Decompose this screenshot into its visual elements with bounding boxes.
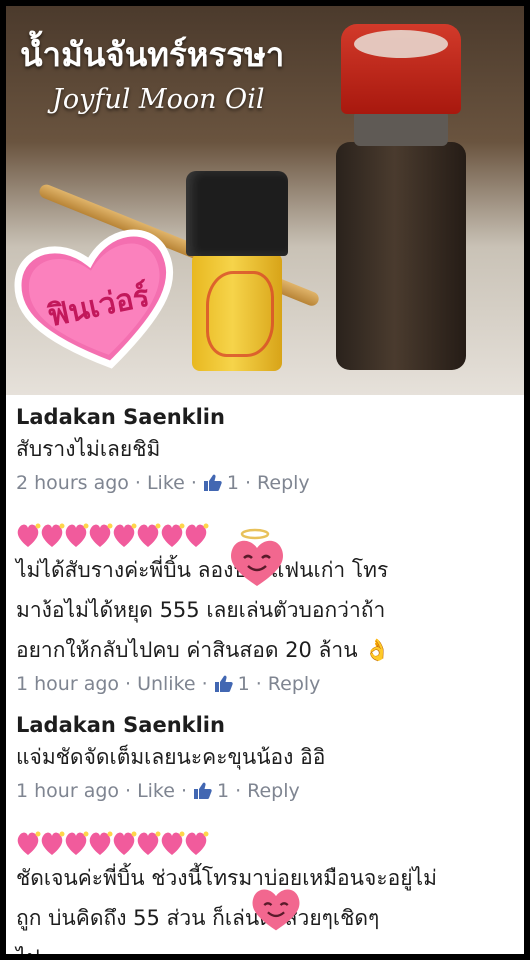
comment-meta: 1 hour ago · Unlike · 1 · Reply	[16, 673, 321, 695]
like-count[interactable]: 1	[217, 780, 229, 802]
small-oil-bottle	[186, 171, 288, 376]
comment-author[interactable]: Ladakan Saenklin	[16, 405, 516, 429]
comment-meta: 1 hour ago · Like · 1 · Reply	[16, 780, 300, 802]
post-card: น้ำมันจันทร์หรรษา Joyful Moon Oil ฟินเว่…	[6, 6, 524, 954]
screenshot-frame: น้ำมันจันทร์หรรษา Joyful Moon Oil ฟินเว่…	[0, 0, 530, 960]
comment-author[interactable]: Ladakan Saenklin	[16, 713, 516, 737]
reply-link[interactable]: Reply	[257, 472, 310, 494]
comment-item: Ladakan Saenklin สับรางไม่เลยชิมิ 2 hour…	[16, 405, 516, 497]
comment-text: สับรางไม่เลยชิมิ	[16, 437, 161, 461]
comment-text: แจ่มชัดจัดเต็มเลยนะคะขุนน้อง อิอิ	[16, 745, 326, 769]
thumbs-up-icon	[214, 675, 233, 692]
sparkling-heart-icons	[17, 831, 209, 855]
thumbs-up-icon	[203, 474, 222, 491]
photo-title-thai: น้ำมันจันทร์หรรษา	[20, 35, 285, 74]
comment-meta: 2 hours ago · Like · 1 · Reply	[16, 472, 310, 494]
unlike-link[interactable]: Unlike	[137, 673, 196, 695]
comment-time[interactable]: 2 hours ago	[16, 472, 129, 494]
like-count[interactable]: 1	[238, 673, 250, 695]
reply-link[interactable]: Reply	[268, 673, 321, 695]
post-photo[interactable]: น้ำมันจันทร์หรรษา Joyful Moon Oil ฟินเว่…	[6, 6, 524, 395]
comment-item: ชัดเจนค่ะพี่บิ้น ช่วงนี้โทรมาบ่อยเหมือนจ…	[16, 828, 516, 954]
heart-sticker-icon: ฟินเว่อร์	[14, 229, 174, 369]
sparkling-heart-icons	[17, 523, 209, 547]
smiling-heart-face-icon	[252, 889, 300, 931]
like-count[interactable]: 1	[227, 472, 239, 494]
like-link[interactable]: Like	[147, 472, 185, 494]
smiling-heart-face-icon	[231, 528, 283, 586]
photo-title-english: Joyful Moon Oil	[52, 84, 265, 115]
sparkling-hearts-emoji-row	[16, 828, 516, 858]
reply-link[interactable]: Reply	[247, 780, 300, 802]
comment-time[interactable]: 1 hour ago	[16, 673, 119, 695]
comment-item: ไม่ได้สับรางค่ะพี่บิ้น ลองป้ายแฟนเก่า โท…	[16, 520, 516, 698]
thumbs-up-icon	[194, 782, 212, 799]
comment-item: Ladakan Saenklin แจ่มชัดจัดเต็มเลยนะคะขุ…	[16, 713, 516, 805]
like-link[interactable]: Like	[137, 780, 175, 802]
comment-time[interactable]: 1 hour ago	[16, 780, 119, 802]
large-oil-bottle	[336, 24, 466, 374]
